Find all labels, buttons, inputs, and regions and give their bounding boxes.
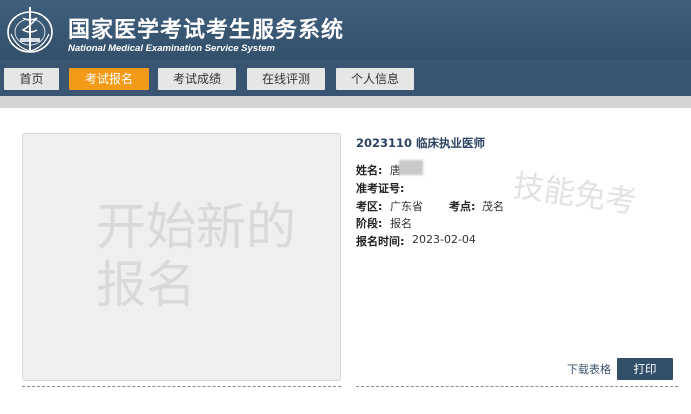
download-form-link[interactable]: 下载表格	[567, 361, 611, 377]
print-button[interactable]: 打印	[617, 358, 673, 380]
main-navbar: 首页 考试报名 考试成绩 在线评测 个人信息	[0, 60, 691, 96]
exam-region-value: 广东省	[390, 200, 423, 213]
separator-band	[0, 96, 691, 108]
skill-exemption-watermark: 技能免考	[510, 167, 639, 221]
exam-site-value: 茂名	[482, 200, 504, 213]
redacted-name-block	[399, 160, 423, 175]
dashed-divider-right	[356, 386, 678, 387]
site-header: 国家医学考试考生服务系统 National Medical Examinatio…	[0, 0, 691, 60]
registration-time-label: 报名时间:	[356, 235, 405, 248]
stage-label: 阶段:	[356, 217, 383, 230]
nav-exam-registration[interactable]: 考试报名	[69, 68, 149, 90]
exam-region-label: 考区:	[356, 200, 383, 213]
nav-exam-results[interactable]: 考试成绩	[158, 68, 236, 90]
name-label: 姓名:	[356, 164, 383, 177]
exam-site-label: 考点:	[449, 200, 476, 213]
start-new-registration-label: 开始新的报名	[96, 198, 296, 314]
start-new-registration-panel[interactable]: 开始新的报名	[22, 133, 341, 381]
dashed-divider-left	[22, 386, 341, 387]
emblem-logo-icon	[7, 7, 53, 53]
nav-personal-info[interactable]: 个人信息	[336, 68, 414, 90]
exam-title: 2023110 临床执业医师	[356, 136, 486, 150]
site-title: 国家医学考试考生服务系统	[68, 18, 345, 43]
admission-number-label: 准考证号:	[356, 182, 405, 195]
nav-online-evaluation[interactable]: 在线评测	[247, 68, 325, 90]
stage-value: 报名	[390, 217, 412, 230]
registration-time-value: 2023-02-04	[412, 233, 476, 246]
nav-home[interactable]: 首页	[4, 68, 59, 90]
site-subtitle: National Medical Examination Service Sys…	[68, 43, 275, 54]
